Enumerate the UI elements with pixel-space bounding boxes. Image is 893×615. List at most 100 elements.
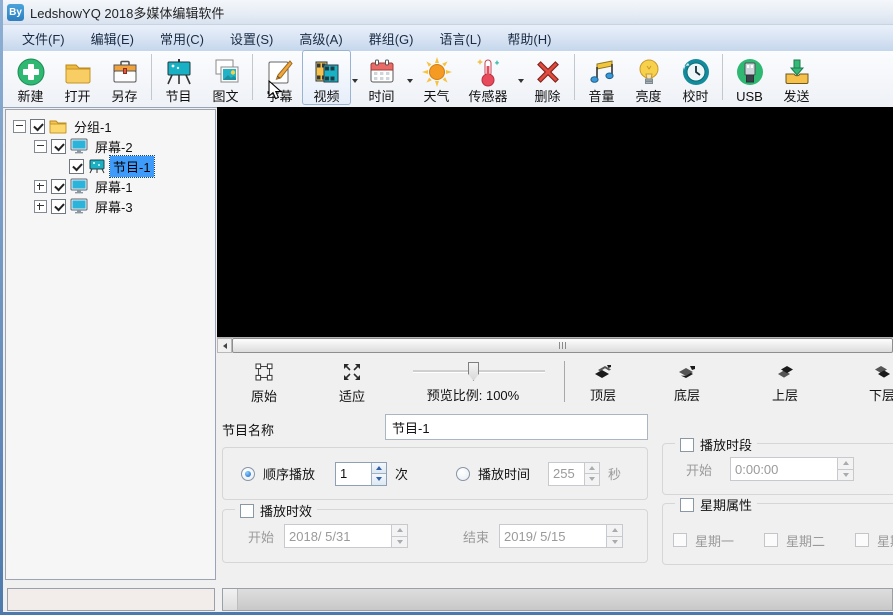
wednesday-checkbox[interactable] <box>855 533 869 547</box>
menu-common[interactable]: 常用(C) <box>148 25 216 52</box>
tree-item-screen-3[interactable]: 屏幕-3 <box>6 196 215 216</box>
open-button[interactable]: 打开 <box>54 51 101 104</box>
folder-icon <box>49 118 67 134</box>
validity-start-label: 开始 <box>248 527 274 546</box>
tree-checkbox-checked[interactable] <box>69 159 84 174</box>
monitor-icon <box>70 138 88 154</box>
play-validity-checkbox[interactable] <box>240 504 254 518</box>
calendar-icon <box>366 54 398 88</box>
time-sync-clock-icon <box>680 54 712 88</box>
tree-item-label[interactable]: 屏幕-2 <box>92 136 136 157</box>
layer-top-button[interactable]: 顶层 <box>577 363 629 404</box>
brightness-button[interactable]: 亮度 <box>625 51 672 104</box>
tree-item-label[interactable]: 屏幕-3 <box>92 196 136 217</box>
menu-language[interactable]: 语言(L) <box>427 25 493 52</box>
validity-start-date-input[interactable] <box>285 525 391 547</box>
play-period-checkbox[interactable] <box>680 438 694 452</box>
time-button[interactable]: 时间 <box>358 51 405 104</box>
validity-end-date-input[interactable] <box>500 525 606 547</box>
tree-item-label-selected[interactable]: 节目-1 <box>110 156 154 177</box>
tree-checkbox-checked[interactable] <box>30 119 45 134</box>
tree-checkbox-checked[interactable] <box>51 179 66 194</box>
spinner-up-icon[interactable] <box>372 463 386 474</box>
play-mode-groupbox: 顺序播放 次 播放时间 秒 <box>222 447 648 500</box>
slider-track <box>413 370 545 373</box>
scroll-left-button[interactable] <box>217 338 232 353</box>
new-icon <box>15 54 47 88</box>
expand-expander-icon[interactable] <box>34 200 47 213</box>
toolbar-separator <box>252 54 253 100</box>
toolbar: 新建 打开 另存 节目 图文 <box>3 51 893 108</box>
collapse-expander-icon[interactable] <box>34 140 47 153</box>
menu-file[interactable]: 文件(F) <box>10 25 77 52</box>
period-start-time-spinner[interactable] <box>730 457 854 481</box>
menu-settings[interactable]: 设置(S) <box>218 25 285 52</box>
title-bar[interactable]: By LedshowYQ 2018多媒体编辑软件 <box>0 0 893 25</box>
image-text-button[interactable]: 图文 <box>202 51 249 104</box>
play-time-spinner[interactable] <box>548 462 600 486</box>
tree-checkbox-checked[interactable] <box>51 199 66 214</box>
brightness-bulb-icon <box>633 54 665 88</box>
layer-up-button[interactable]: 上层 <box>759 363 811 404</box>
collapse-expander-icon[interactable] <box>13 120 26 133</box>
validity-end-date-spinner[interactable] <box>499 524 623 548</box>
tree-item-label[interactable]: 分组-1 <box>71 116 115 137</box>
send-button[interactable]: 发送 <box>773 51 820 104</box>
save-as-button[interactable]: 另存 <box>101 51 148 104</box>
tree-item-label[interactable]: 屏幕-1 <box>92 176 136 197</box>
monitor-icon <box>70 178 88 194</box>
monday-checkbox[interactable] <box>673 533 687 547</box>
sequence-unit-label: 次 <box>395 464 408 483</box>
fit-button[interactable]: 适应 <box>326 363 378 405</box>
play-time-radio[interactable] <box>456 467 470 481</box>
spinner-down-icon[interactable] <box>372 473 386 485</box>
tree-item-group-1[interactable]: 分组-1 <box>6 116 215 136</box>
time-sync-button[interactable]: 校时 <box>672 51 719 104</box>
play-validity-label: 播放时效 <box>260 501 312 520</box>
preview-zoom-slider[interactable] <box>413 362 545 380</box>
sensor-button[interactable]: 传感器 <box>460 51 516 104</box>
tree-item-program-1[interactable]: 节目-1 <box>6 156 215 176</box>
program-button[interactable]: 节目 <box>155 51 202 104</box>
sensor-thermometer-icon <box>472 54 504 88</box>
preview-horizontal-scrollbar[interactable] <box>217 337 893 353</box>
play-time-input[interactable] <box>549 463 584 485</box>
layer-bottom-button[interactable]: 底层 <box>661 363 713 404</box>
fit-expand-icon <box>343 363 361 384</box>
wednesday-label: 星期三 <box>877 531 893 550</box>
new-button[interactable]: 新建 <box>7 51 54 104</box>
menu-edit[interactable]: 编辑(E) <box>79 25 146 52</box>
week-attribute-checkbox[interactable] <box>680 498 694 512</box>
volume-button[interactable]: 音量 <box>578 51 625 104</box>
period-start-time-input[interactable] <box>731 458 837 480</box>
sequence-count-spinner[interactable] <box>335 462 387 486</box>
tree-item-screen-1[interactable]: 屏幕-1 <box>6 176 215 196</box>
slider-thumb[interactable] <box>468 362 479 381</box>
tree-item-screen-2[interactable]: 屏幕-2 <box>6 136 215 156</box>
menu-help[interactable]: 帮助(H) <box>495 25 563 52</box>
tuesday-checkbox[interactable] <box>764 533 778 547</box>
play-period-label: 播放时段 <box>700 435 752 454</box>
usb-button[interactable]: USB <box>726 51 773 104</box>
spinner-down-icon <box>585 473 599 485</box>
menu-advanced[interactable]: 高级(A) <box>287 25 354 52</box>
menu-group[interactable]: 群组(G) <box>357 25 426 52</box>
layer-top-icon <box>593 363 613 383</box>
expand-expander-icon[interactable] <box>34 180 47 193</box>
weather-button[interactable]: 天气 <box>413 51 460 104</box>
program-name-input[interactable] <box>385 414 648 440</box>
scrollbar-thumb[interactable] <box>232 338 893 353</box>
sequence-play-radio[interactable] <box>241 467 255 481</box>
tree-checkbox-checked[interactable] <box>51 139 66 154</box>
original-size-button[interactable]: 原始 <box>238 363 290 405</box>
layer-down-button[interactable]: 下层 <box>856 363 893 404</box>
monday-label: 星期一 <box>695 531 734 550</box>
sequence-count-input[interactable] <box>336 463 371 485</box>
validity-start-date-spinner[interactable] <box>284 524 408 548</box>
layer-bottom-icon <box>677 363 697 383</box>
toolbar-separator <box>574 54 575 100</box>
program-easel-icon <box>163 54 195 88</box>
delete-button[interactable]: 删除 <box>524 51 571 104</box>
led-preview-canvas[interactable] <box>217 107 893 337</box>
video-button[interactable]: 视频 <box>303 51 350 104</box>
